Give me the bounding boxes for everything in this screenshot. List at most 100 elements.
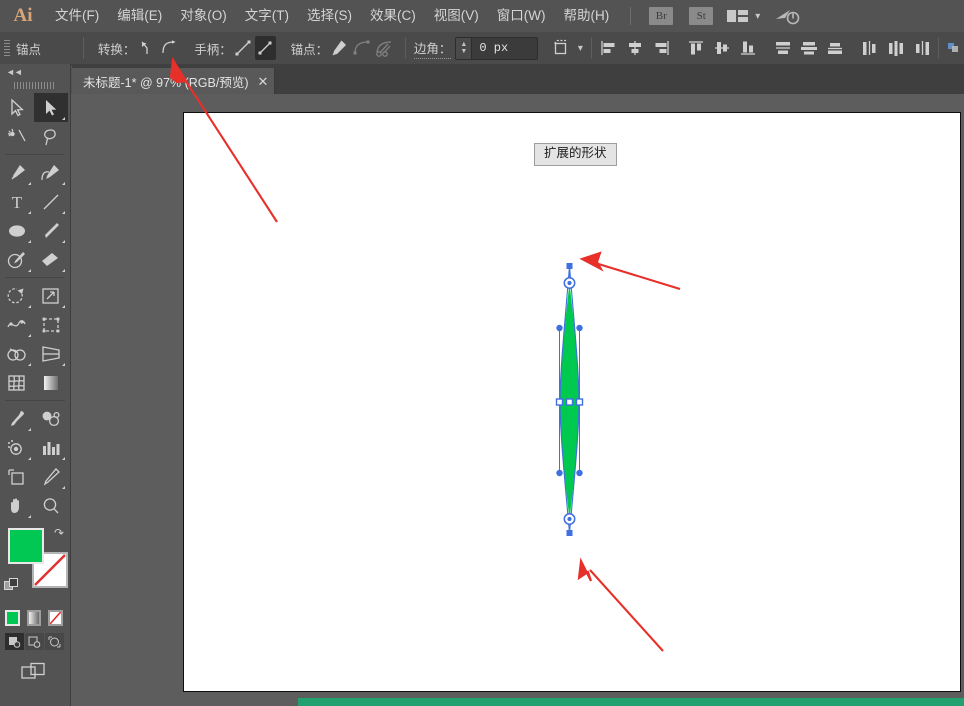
distribute-horizontal-center-icon[interactable] [884, 36, 908, 60]
convert-to-smooth-icon[interactable] [159, 36, 179, 60]
anchor-label: 锚点： [290, 42, 329, 57]
distribute-top-icon[interactable] [771, 36, 795, 60]
draw-normal[interactable] [5, 633, 24, 650]
menu-window[interactable]: 窗口(W) [488, 0, 555, 32]
tool-group-corner-icon [62, 117, 65, 120]
arrange-documents-icon[interactable] [727, 8, 749, 24]
none-slash-icon [50, 612, 62, 624]
tool-pen[interactable] [0, 158, 34, 187]
align-horizontal-center-icon[interactable] [623, 36, 647, 60]
tool-group-corner-icon [62, 211, 65, 214]
convert-to-corner-icon[interactable] [136, 36, 156, 60]
menu-select[interactable]: 选择(S) [298, 0, 361, 32]
align-vertical-center-icon[interactable] [710, 36, 734, 60]
mode-none[interactable] [48, 610, 64, 626]
align-top-icon[interactable] [684, 36, 708, 60]
menu-bar: Ai 文件(F) 编辑(E) 对象(O) 文字(T) 选择(S) 效果(C) 视… [0, 0, 964, 32]
menu-effect[interactable]: 效果(C) [361, 0, 425, 32]
distribute-bottom-icon[interactable] [823, 36, 847, 60]
document-tab[interactable]: 未标题-1* @ 97% (RGB/预览) ✕ [72, 68, 276, 94]
control-separator-4 [937, 37, 939, 59]
change-screen-mode-icon[interactable] [0, 662, 70, 680]
tools-divider [5, 154, 65, 155]
fill-swatch[interactable] [8, 528, 44, 564]
tool-curvature[interactable] [34, 158, 68, 187]
tool-group-corner-icon [62, 305, 65, 308]
menu-view[interactable]: 视图(V) [425, 0, 488, 32]
tool-width[interactable] [0, 310, 34, 339]
tool-type[interactable]: T [0, 187, 34, 216]
remove-anchor-icon[interactable] [329, 36, 349, 60]
fill-stroke-controls: ↷ [0, 524, 68, 602]
tools-panel-grip[interactable] [14, 82, 56, 89]
tools-panel: ◄◄ T ↷ [0, 64, 71, 706]
tool-artboard[interactable] [0, 462, 34, 491]
tool-symbol-sprayer[interactable] [0, 433, 34, 462]
tool-lasso[interactable] [34, 122, 68, 151]
tool-blend[interactable] [34, 404, 68, 433]
transform-chevron-down-icon[interactable]: ▾ [578, 43, 583, 54]
align-left-icon[interactable] [597, 36, 621, 60]
tool-eraser[interactable] [34, 245, 68, 274]
align-right-icon[interactable] [649, 36, 673, 60]
cut-path-icon[interactable] [374, 36, 396, 60]
creative-cloud-sync-icon[interactable] [774, 6, 800, 26]
stock-button[interactable]: St [689, 7, 714, 25]
show-handles-icon[interactable] [233, 36, 253, 60]
hide-handles-icon[interactable] [255, 36, 276, 60]
tool-group-corner-icon [62, 363, 65, 366]
distribute-vertical-center-icon[interactable] [797, 36, 821, 60]
transform-panel-icon[interactable] [550, 36, 570, 60]
corner-label: 边角： [413, 38, 452, 59]
tool-rotate[interactable] [0, 281, 34, 310]
tool-direct-selection[interactable] [34, 93, 68, 122]
tool-perspective-grid[interactable] [34, 339, 68, 368]
menu-object[interactable]: 对象(O) [171, 0, 236, 32]
tool-paintbrush[interactable] [34, 216, 68, 245]
canvas-work-area[interactable] [71, 94, 964, 706]
draw-behind[interactable] [25, 633, 44, 650]
corner-radius-value[interactable]: 0 px [472, 41, 537, 55]
tool-free-transform[interactable] [34, 310, 68, 339]
tool-hand[interactable] [0, 491, 34, 520]
stepper-arrows-icon[interactable]: ▲ ▼ [456, 37, 473, 59]
corner-radius-stepper[interactable]: ▲ ▼ 0 px [455, 36, 539, 60]
tool-column-graph[interactable] [34, 433, 68, 462]
artboard[interactable] [183, 112, 961, 692]
tool-ellipse[interactable] [0, 216, 34, 245]
document-tab-bar: 未标题-1* @ 97% (RGB/预览) ✕ [72, 64, 964, 94]
close-icon[interactable]: ✕ [258, 75, 269, 88]
menu-help[interactable]: 帮助(H) [554, 0, 618, 32]
menu-type[interactable]: 文字(T) [236, 0, 298, 32]
tool-selection[interactable] [0, 93, 34, 122]
connect-anchor-icon[interactable] [352, 36, 372, 60]
bridge-button[interactable]: Br [649, 7, 674, 25]
menu-edit[interactable]: 编辑(E) [108, 0, 171, 32]
tool-group-corner-icon [62, 486, 65, 489]
more-options-icon[interactable] [943, 36, 963, 60]
tool-mesh[interactable] [0, 368, 34, 397]
tool-eyedropper[interactable] [0, 404, 34, 433]
chevron-down-icon[interactable]: ▾ [755, 11, 760, 22]
default-fill-stroke-icon[interactable] [4, 578, 18, 592]
mode-gradient[interactable] [26, 610, 42, 626]
tool-gradient[interactable] [34, 368, 68, 397]
distribute-right-icon[interactable] [910, 36, 934, 60]
tool-magic-wand[interactable] [0, 122, 34, 151]
collapse-panel-icon[interactable]: ◄◄ [0, 64, 70, 79]
alignment-tools [596, 36, 935, 60]
menu-file[interactable]: 文件(F) [46, 0, 108, 32]
tool-shaper-pencil[interactable] [0, 245, 34, 274]
tool-slice[interactable] [34, 462, 68, 491]
draw-inside[interactable] [45, 633, 64, 650]
mode-color[interactable] [5, 610, 20, 626]
tool-line-segment[interactable] [34, 187, 68, 216]
tool-scale[interactable] [34, 281, 68, 310]
tool-shape-builder[interactable] [0, 339, 34, 368]
tool-zoom[interactable] [34, 491, 68, 520]
tools-group-sampling [0, 404, 68, 520]
align-bottom-icon[interactable] [736, 36, 760, 60]
distribute-left-icon[interactable] [858, 36, 882, 60]
swap-fill-stroke-icon[interactable]: ↷ [54, 526, 64, 540]
control-bar-grip[interactable] [4, 40, 10, 56]
